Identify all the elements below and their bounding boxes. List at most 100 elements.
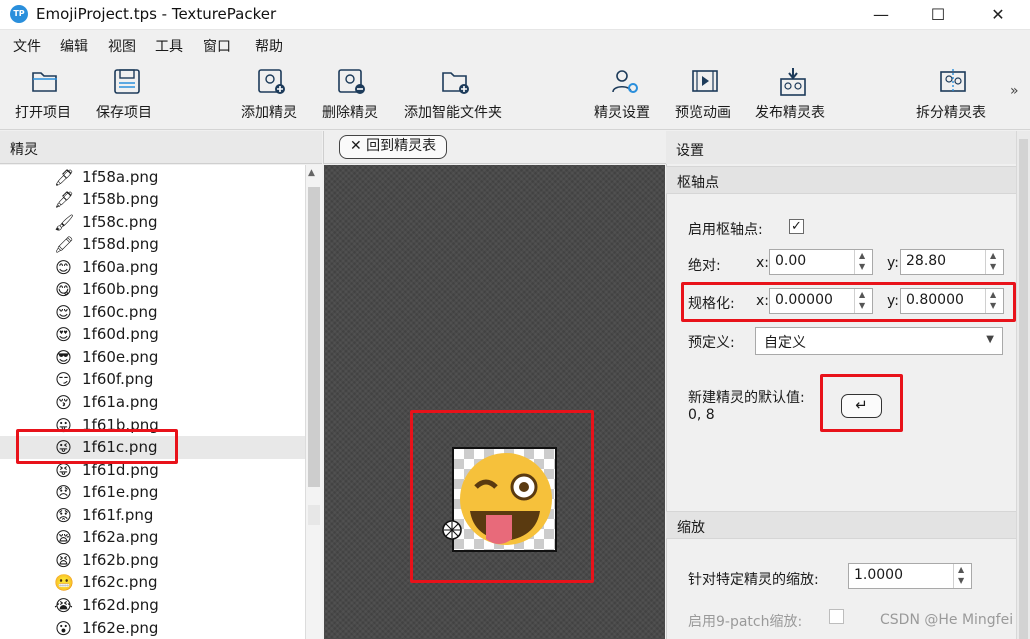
sprite-filename: 1f60b.png xyxy=(82,280,159,299)
sprite-list-item[interactable]: 😍 1f60d.png xyxy=(0,323,305,346)
sprite-filename: 1f62c.png xyxy=(82,573,158,592)
absolute-label: 绝对: xyxy=(688,258,721,274)
sprite-thumbnail-icon: 😌 xyxy=(55,302,72,322)
sprite-settings-label: 精灵设置 xyxy=(594,105,650,121)
absolute-y-value: 28.80 xyxy=(906,253,947,269)
sprite-list[interactable]: 🖊 1f58a.png 🖋 1f58b.png 🖌 1f58c.png 🖍 1f58d.png… xyxy=(0,165,305,639)
publish-sprite-sheet-button[interactable]: 发布精灵表 xyxy=(752,57,837,130)
sprite-filename: 1f58a.png xyxy=(82,167,159,186)
spin-up-icon[interactable]: ▲ xyxy=(990,251,996,260)
settings-panel-header: 设置 xyxy=(666,131,1016,164)
sprite-thumbnail-icon: 😚 xyxy=(55,393,72,412)
spin-down-icon[interactable]: ▼ xyxy=(859,262,865,271)
settings-scrollbar[interactable] xyxy=(1016,131,1030,639)
menu-file[interactable]: 文件 xyxy=(13,36,41,56)
sprite-list-item[interactable]: 😪 1f62a.png xyxy=(0,526,305,549)
sprite-list-item[interactable]: 🖌 1f58c.png xyxy=(0,211,305,234)
highlight-preview xyxy=(410,410,594,583)
menu-tools[interactable]: 工具 xyxy=(155,36,183,56)
sprite-list-item[interactable]: 😬 1f62c.png xyxy=(0,571,305,594)
sprite-thumbnail-icon: 🖊 xyxy=(54,167,75,187)
absolute-x-spinner[interactable]: ▲ ▼ xyxy=(854,250,872,274)
split-sheet-icon xyxy=(940,69,966,93)
sprite-scale-spinner[interactable]: ▲ ▼ xyxy=(953,564,971,588)
sprites-panel-header: 精灵 xyxy=(0,131,322,164)
center-toolbar: ✕ 回到精灵表 xyxy=(323,131,666,164)
spin-up-icon[interactable]: ▲ xyxy=(859,251,865,260)
save-project-button[interactable]: 保存项目 xyxy=(92,57,162,130)
highlight-selected-sprite xyxy=(16,429,178,464)
sprite-list-item[interactable]: 😋 1f60b.png xyxy=(0,278,305,301)
scroll-up-arrow-icon[interactable]: ▲ xyxy=(308,168,315,178)
spin-up-icon[interactable]: ▲ xyxy=(958,565,964,574)
enable-pivot-checkbox[interactable]: ✓ xyxy=(789,219,804,234)
ninepatch-checkbox[interactable] xyxy=(829,609,844,624)
sprite-list-item[interactable]: 😮 1f62e.png xyxy=(0,617,305,639)
close-window-button[interactable]: ✕ xyxy=(975,0,1021,30)
scrollbar-thumb[interactable] xyxy=(308,187,320,487)
sprite-thumbnail-icon: 😍 xyxy=(55,325,72,345)
remove-sprites-label: 删除精灵 xyxy=(322,105,378,121)
split-sprite-sheet-button[interactable]: 拆分精灵表 xyxy=(912,57,997,130)
sprite-list-item[interactable]: 😫 1f62b.png xyxy=(0,549,305,572)
sprite-settings-button[interactable]: 精灵设置 xyxy=(590,57,660,130)
sprite-list-item[interactable]: 😟 1f61f.png xyxy=(0,504,305,527)
sprite-thumbnail-icon: 😞 xyxy=(55,483,72,503)
sprite-thumbnail-icon: 😮 xyxy=(55,618,72,638)
menu-help[interactable]: 帮助 xyxy=(255,36,283,56)
absolute-y-spinner[interactable]: ▲ ▼ xyxy=(985,250,1003,274)
publish-sprite-sheet-label: 发布精灵表 xyxy=(755,105,825,121)
sprite-list-item[interactable]: 🖊 1f58a.png xyxy=(0,166,305,189)
sprite-filename: 1f60d.png xyxy=(82,325,159,344)
sprite-filename: 1f58d.png xyxy=(82,235,159,254)
menu-window[interactable]: 窗口 xyxy=(203,36,231,56)
sprite-list-item[interactable]: 😚 1f61a.png xyxy=(0,391,305,414)
spin-down-icon[interactable]: ▼ xyxy=(958,576,964,585)
sprite-list-item[interactable]: 😌 1f60c.png xyxy=(0,301,305,324)
sprite-list-scrollbar[interactable]: ▲ xyxy=(305,165,322,639)
menu-edit[interactable]: 编辑 xyxy=(60,36,88,56)
sprite-filename: 1f62e.png xyxy=(82,618,159,637)
sprite-filename: 1f61f.png xyxy=(82,505,154,524)
enable-pivot-label: 启用枢轴点: xyxy=(688,222,763,238)
film-play-icon xyxy=(692,70,718,92)
sprite-list-item[interactable]: 🖍 1f58d.png xyxy=(0,233,305,256)
sprite-filename: 1f60c.png xyxy=(82,302,158,321)
sprite-scale-value: 1.0000 xyxy=(854,567,903,583)
minimize-button[interactable]: — xyxy=(858,0,904,30)
publish-download-icon xyxy=(780,68,806,96)
sprite-list-item[interactable]: 😞 1f61e.png xyxy=(0,481,305,504)
pivot-section-header[interactable]: 枢轴点 xyxy=(666,166,1016,194)
open-project-button[interactable]: 打开项目 xyxy=(10,57,80,130)
sprite-list-item[interactable]: 😎 1f60e.png xyxy=(0,346,305,369)
maximize-button[interactable]: ☐ xyxy=(915,0,961,30)
absolute-x-input[interactable]: 0.00 ▲ ▼ xyxy=(769,249,873,275)
scale-section-header[interactable]: 缩放 xyxy=(666,511,1016,539)
absolute-y-input[interactable]: 28.80 ▲ ▼ xyxy=(900,249,1004,275)
sprite-list-item[interactable]: 🖋 1f58b.png xyxy=(0,188,305,211)
csdn-watermark: CSDN @He Mingfei xyxy=(880,612,1014,628)
sprite-thumbnail-icon: 🖋 xyxy=(54,190,75,210)
settings-scrollbar-thumb[interactable] xyxy=(1019,139,1028,639)
sprite-scale-label: 针对特定精灵的缩放: xyxy=(688,572,819,588)
highlight-apply-default xyxy=(820,374,903,432)
toolbar-overflow-icon[interactable]: » xyxy=(1010,83,1019,99)
sprite-list-item[interactable]: 😭 1f62d.png xyxy=(0,594,305,617)
remove-sprites-button[interactable]: 删除精灵 xyxy=(318,57,388,130)
sprite-scale-input[interactable]: 1.0000 ▲ ▼ xyxy=(848,563,972,589)
sprite-list-item[interactable]: 😊 1f60a.png xyxy=(0,256,305,279)
add-sprites-button[interactable]: 添加精灵 xyxy=(238,57,308,130)
sprites-panel-title: 精灵 xyxy=(10,142,38,158)
menu-view[interactable]: 视图 xyxy=(108,36,136,56)
back-to-sprite-sheet-button[interactable]: ✕ 回到精灵表 xyxy=(339,135,448,159)
predefined-pivot-select[interactable]: 自定义 ▼ xyxy=(755,327,1003,355)
add-smart-folder-button[interactable]: 添加智能文件夹 xyxy=(402,57,512,130)
save-project-label: 保存项目 xyxy=(96,105,152,121)
sprite-thumbnail-icon: 😊 xyxy=(55,257,72,277)
spin-down-icon[interactable]: ▼ xyxy=(990,262,996,271)
sprite-filename: 1f61e.png xyxy=(82,483,159,502)
settings-title: 设置 xyxy=(676,143,704,159)
sprite-list-item[interactable]: 😏 1f60f.png xyxy=(0,368,305,391)
sprite-thumbnail-icon: 😪 xyxy=(55,528,72,548)
preview-animation-button[interactable]: 预览动画 xyxy=(672,57,742,130)
